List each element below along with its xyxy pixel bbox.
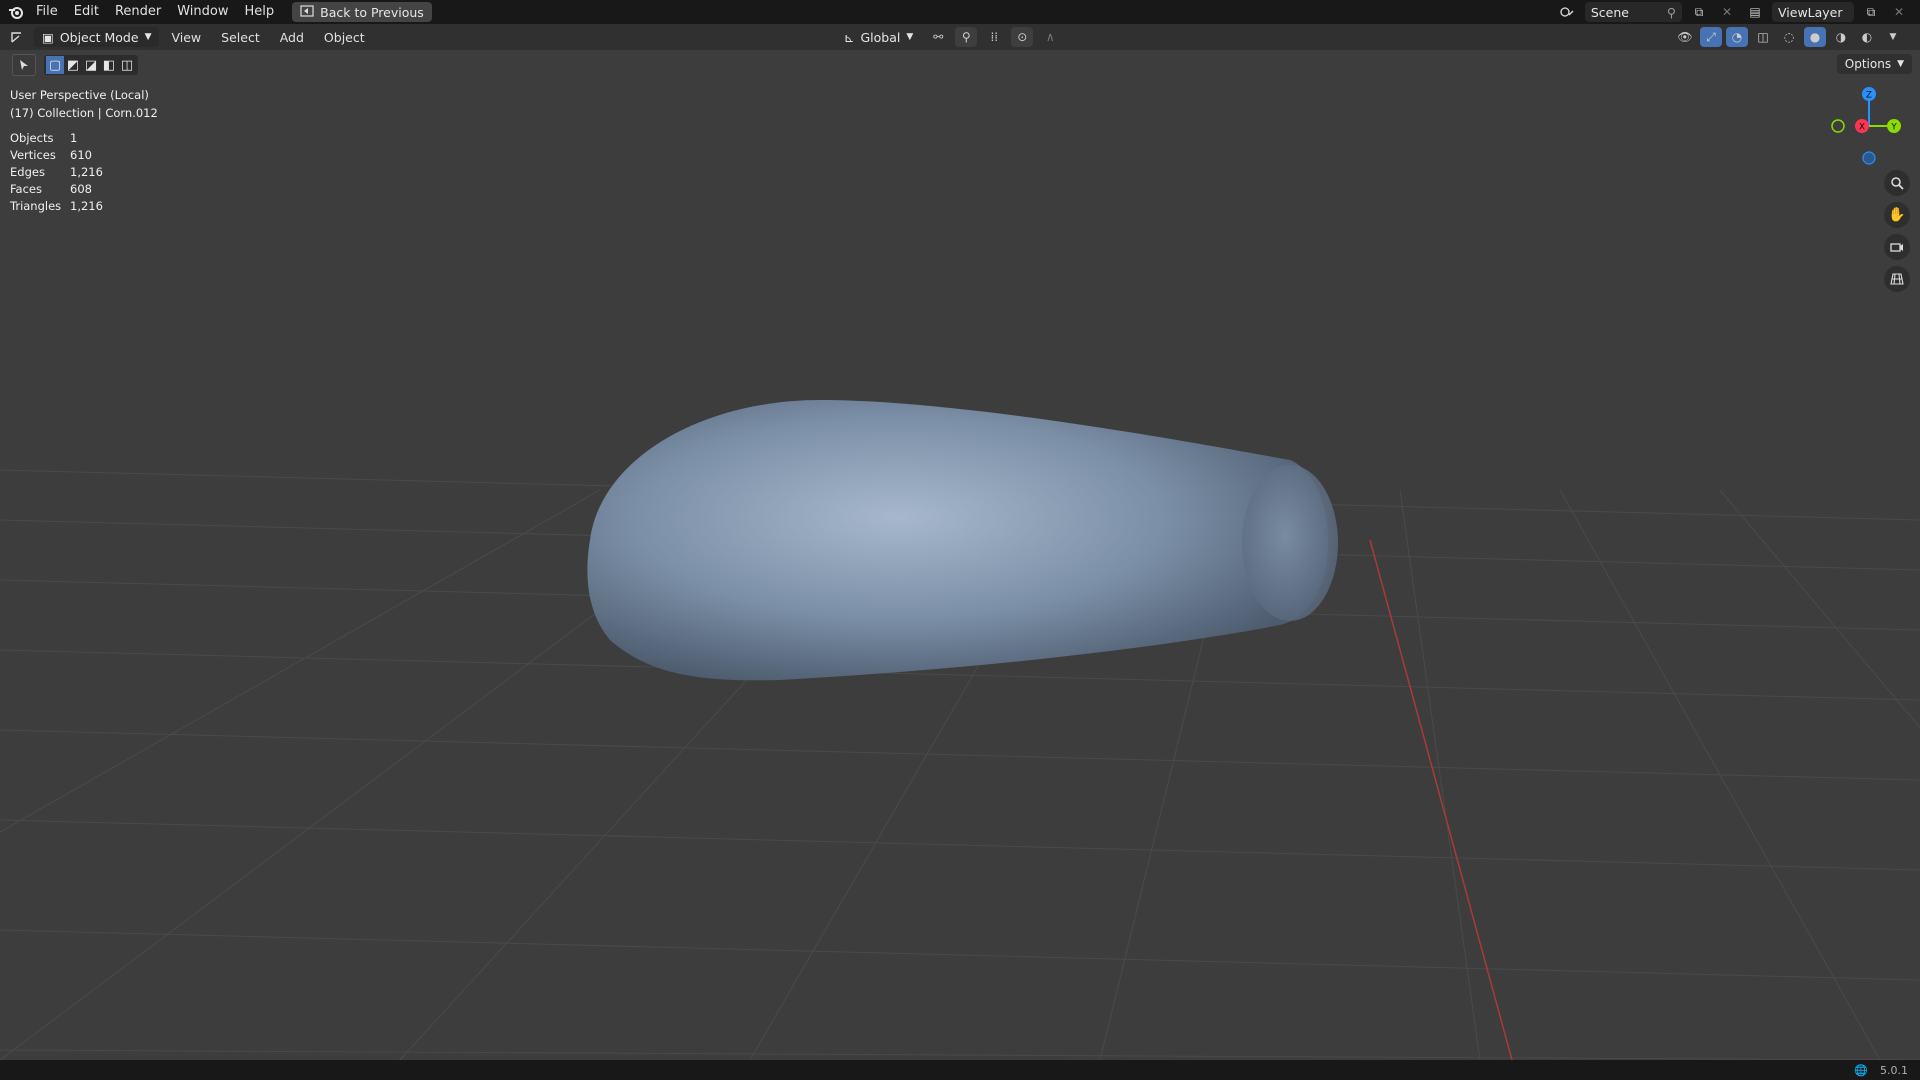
perspective-toggle-icon[interactable]	[1884, 266, 1910, 292]
select-invert-icon[interactable]: ◧	[100, 56, 118, 74]
new-view-layer-icon[interactable]: ⧉	[1860, 2, 1882, 22]
close-scene-icon[interactable]: ✕	[1716, 2, 1738, 22]
viewport-canvas[interactable]	[0, 50, 1920, 1060]
collection-label: (17) Collection | Corn.012	[10, 106, 158, 120]
stat-value: 1,216	[70, 199, 103, 213]
stat-value: 608	[70, 182, 92, 196]
select-intersect-icon[interactable]: ◫	[118, 56, 136, 74]
viewport-info: User Perspective (Local) (17) Collection…	[10, 86, 158, 122]
pin-icon[interactable]: ⚲	[1667, 5, 1676, 20]
falloff-icon[interactable]: ∧	[1039, 27, 1061, 47]
overlay-toggle-icon[interactable]: ◔	[1726, 27, 1748, 47]
visibility-icon[interactable]: 👁	[1674, 27, 1696, 47]
menu-file[interactable]: File	[28, 0, 66, 24]
status-bar: 🌐 5.0.1	[0, 1060, 1920, 1080]
pivot-point-icon[interactable]: ⚯	[927, 27, 949, 47]
view-layer-field[interactable]: ViewLayer	[1772, 2, 1854, 22]
options-button[interactable]: Options ▼	[1836, 54, 1912, 74]
tool-settings-row: ▢ ◩ ◪ ◧ ◫	[12, 54, 138, 76]
gizmo-neg-z-handle	[1862, 151, 1876, 165]
view-layer-type-icon[interactable]: ▤	[1744, 2, 1766, 22]
viewport-header: ▣ Object Mode ▼ View Select Add Object ⊾…	[0, 24, 1920, 50]
orientation-icon: ⊾	[844, 29, 855, 45]
wireframe-shading-icon[interactable]: ◌	[1778, 27, 1800, 47]
select-new-icon[interactable]: ▢	[46, 56, 64, 74]
stat-value: 610	[70, 148, 92, 162]
object-mode-icon: ▣	[42, 29, 54, 45]
gizmo-toggle-icon[interactable]: ⤢	[1700, 27, 1722, 47]
menu-window[interactable]: Window	[169, 0, 236, 24]
close-view-layer-icon[interactable]: ✕	[1888, 2, 1910, 22]
chevron-down-icon: ▼	[906, 32, 914, 42]
menu-view[interactable]: View	[163, 30, 209, 45]
menu-add[interactable]: Add	[272, 30, 312, 45]
stat-row: Vertices 610	[10, 147, 103, 164]
new-scene-icon[interactable]: ⧉	[1688, 2, 1710, 22]
pan-hand-icon[interactable]: ✋	[1884, 202, 1910, 228]
scene-field[interactable]: Scene ⚲	[1584, 2, 1682, 22]
view-layer-name: ViewLayer	[1778, 4, 1843, 20]
viewport-navigation: ✋	[1884, 170, 1910, 292]
shading-options-icon[interactable]: ▼	[1882, 27, 1904, 47]
menu-render[interactable]: Render	[107, 0, 169, 24]
perspective-label: User Perspective (Local)	[10, 88, 149, 102]
stat-row: Objects 1	[10, 130, 103, 147]
navigation-gizmo[interactable]: Z Y X	[1824, 84, 1914, 174]
stat-label: Objects	[10, 131, 54, 145]
rendered-shading-icon[interactable]: ◐	[1856, 27, 1878, 47]
select-extend-icon[interactable]: ◩	[64, 56, 82, 74]
snap-toggle-icon[interactable]: ⚲	[955, 27, 978, 47]
stat-value: 1,216	[70, 165, 103, 179]
gizmo-x-label: X	[1859, 123, 1865, 133]
menu-edit[interactable]: Edit	[66, 0, 107, 24]
options-label: Options	[1844, 57, 1892, 71]
mode-select[interactable]: ▣ Object Mode ▼	[34, 27, 160, 47]
stat-row: Triangles 1,216	[10, 198, 103, 215]
back-label: Back to Previous	[320, 4, 424, 20]
zoom-icon[interactable]	[1884, 170, 1910, 196]
scene-type-icon[interactable]	[1557, 2, 1579, 22]
version-label: 5.0.1	[1880, 1063, 1908, 1077]
camera-view-icon[interactable]	[1884, 234, 1910, 260]
gizmo-y-label: Y	[1890, 123, 1897, 133]
chevron-down-icon: ▼	[1897, 59, 1904, 69]
snap-target-icon[interactable]: ⁞⁞	[983, 27, 1005, 47]
stat-value: 1	[70, 131, 78, 145]
selection-mode-group: ▢ ◩ ◪ ◧ ◫	[44, 55, 138, 75]
menu-help[interactable]: Help	[237, 0, 283, 24]
menu-object[interactable]: Object	[316, 30, 373, 45]
select-subtract-icon[interactable]: ◪	[82, 56, 100, 74]
material-shading-icon[interactable]: ◑	[1830, 27, 1852, 47]
gizmo-z-label: Z	[1866, 91, 1872, 101]
gizmo-neg-y-handle	[1831, 119, 1845, 133]
scene-statistics: Objects 1 Vertices 610 Edges 1,216 Faces…	[10, 130, 103, 215]
stat-label: Triangles	[10, 199, 62, 213]
chevron-down-icon: ▼	[144, 32, 152, 42]
stat-row: Faces 608	[10, 181, 103, 198]
corn-object	[587, 400, 1338, 681]
orientation-label: Global	[860, 29, 901, 45]
select-tool-icon[interactable]	[12, 54, 36, 76]
solid-shading-icon[interactable]: ●	[1804, 27, 1826, 47]
editor-type-icon[interactable]	[8, 27, 30, 47]
transform-orientation-select[interactable]: ⊾ Global ▼	[836, 27, 921, 47]
network-icon: 🌐	[1854, 1063, 1868, 1077]
top-bar: File Edit Render Window Help Back to Pre…	[0, 0, 1920, 24]
stat-label: Vertices	[10, 148, 56, 162]
stat-label: Edges	[10, 165, 45, 179]
mode-label: Object Mode	[59, 29, 139, 45]
stat-row: Edges 1,216	[10, 164, 103, 181]
back-icon	[300, 4, 314, 20]
back-to-previous-button[interactable]: Back to Previous	[292, 2, 432, 22]
stat-label: Faces	[10, 182, 42, 196]
blender-logo-icon[interactable]	[4, 0, 28, 24]
proportional-editing-icon[interactable]: ⊙	[1011, 27, 1034, 47]
xray-icon[interactable]: ◫	[1752, 27, 1774, 47]
menu-select[interactable]: Select	[213, 30, 268, 45]
scene-name: Scene	[1590, 4, 1629, 20]
